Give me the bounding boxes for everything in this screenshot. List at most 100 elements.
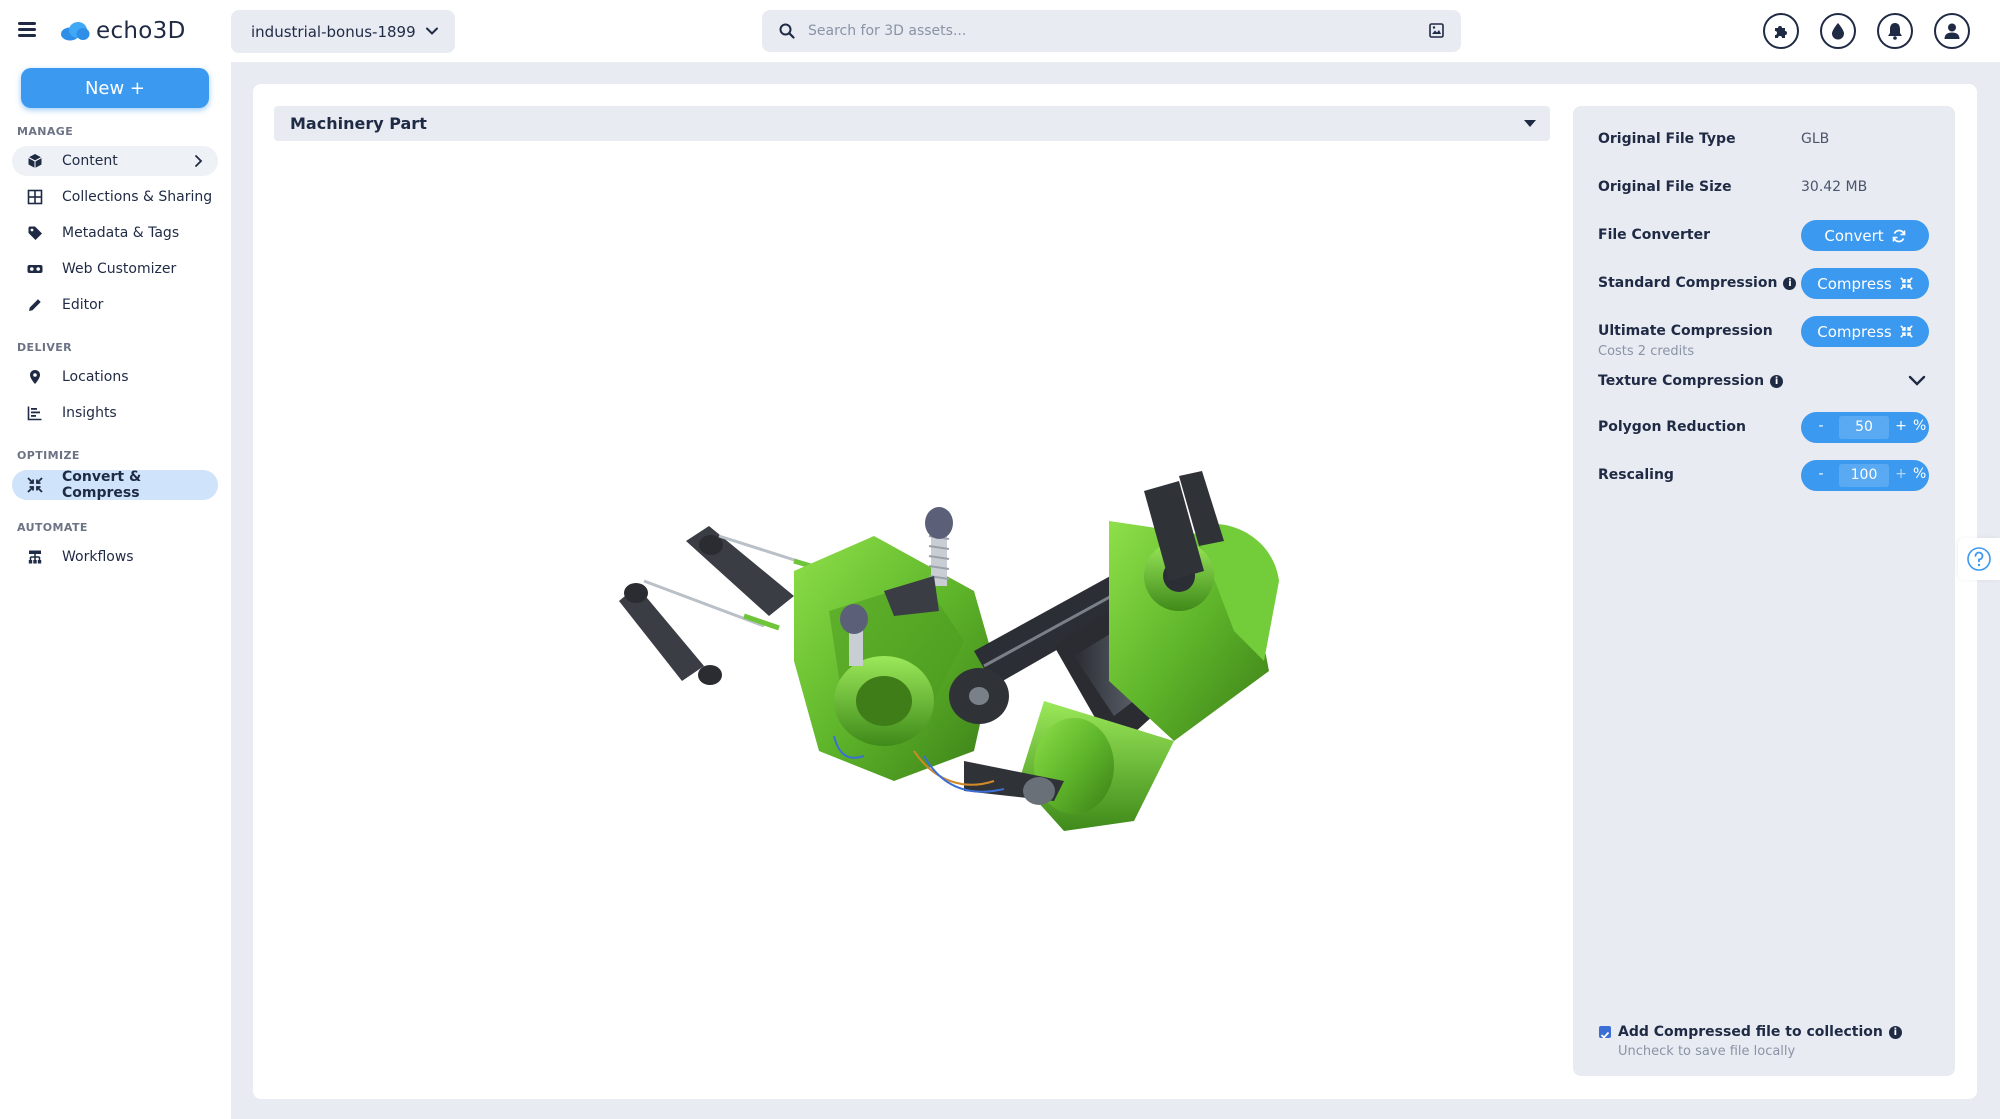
project-select[interactable]: industrial-bonus-1899 bbox=[231, 10, 455, 53]
compress-icon bbox=[27, 477, 43, 493]
sidebar-item-label: Web Customizer bbox=[62, 261, 177, 277]
ultimate-compression-label: Ultimate Compression bbox=[1598, 323, 1773, 339]
puzzle-icon[interactable] bbox=[1763, 13, 1799, 49]
chevron-down-icon[interactable] bbox=[1908, 374, 1926, 388]
file-converter-row: File Converter bbox=[1598, 220, 1710, 250]
project-name: industrial-bonus-1899 bbox=[251, 22, 416, 41]
workflow-icon bbox=[28, 550, 42, 564]
section-label-deliver: DELIVER bbox=[17, 341, 73, 354]
help-button[interactable] bbox=[1958, 538, 2000, 580]
polygon-reduction-label: Polygon Reduction bbox=[1598, 419, 1746, 435]
image-search-icon[interactable] bbox=[1429, 23, 1444, 38]
sidebar-item-web-customizer[interactable]: Web Customizer bbox=[12, 254, 218, 284]
sidebar-item-collections[interactable]: Collections & Sharing bbox=[12, 182, 218, 212]
increment-button[interactable]: + bbox=[1893, 466, 1909, 482]
add-to-collection-row: Add Compressed file to collection i bbox=[1618, 1018, 1902, 1046]
question-icon bbox=[1967, 547, 1991, 571]
add-to-collection-label: Add Compressed file to collection bbox=[1618, 1024, 1883, 1040]
standard-compression-row: Standard Compression i bbox=[1598, 268, 1797, 298]
section-label-automate: AUTOMATE bbox=[17, 521, 88, 534]
texture-compression-label: Texture Compression bbox=[1598, 373, 1765, 389]
compress-button-label: Compress bbox=[1817, 322, 1892, 341]
compress-button-label: Compress bbox=[1817, 274, 1892, 293]
sidebar-item-convert-compress[interactable]: Convert & Compress bbox=[12, 469, 218, 501]
sidebar-item-locations[interactable]: Locations bbox=[12, 362, 218, 392]
sidebar-item-workflows[interactable]: Workflows bbox=[12, 542, 218, 572]
decrement-button[interactable]: - bbox=[1813, 466, 1829, 482]
add-to-collection-checkbox[interactable] bbox=[1599, 1026, 1611, 1039]
standard-compression-label: Standard Compression bbox=[1598, 275, 1778, 291]
sidebar-item-label: Content bbox=[62, 153, 118, 169]
tag-icon bbox=[28, 226, 42, 240]
asset-title-dropdown[interactable]: Machinery Part bbox=[274, 106, 1550, 141]
ultimate-compression-note: Costs 2 credits bbox=[1598, 344, 1695, 359]
file-converter-label: File Converter bbox=[1598, 227, 1711, 243]
top-bar: echo3D industrial-bonus-1899 bbox=[0, 0, 2000, 62]
compress-icon bbox=[1899, 277, 1913, 290]
logo[interactable]: echo3D bbox=[60, 14, 186, 48]
add-to-collection-note: Uncheck to save file locally bbox=[1618, 1044, 1796, 1059]
search-icon bbox=[779, 23, 795, 39]
model-viewer[interactable] bbox=[274, 141, 1550, 1091]
info-icon[interactable]: i bbox=[1770, 374, 1784, 388]
polygon-reduction-stepper: - 50 + % bbox=[1801, 412, 1929, 443]
cube-icon bbox=[28, 154, 42, 168]
percent-unit: % bbox=[1913, 418, 1927, 434]
vr-icon bbox=[27, 265, 43, 273]
rescaling-label: Rescaling bbox=[1598, 467, 1674, 483]
file-size-label: Original File Size bbox=[1598, 179, 1732, 195]
polygon-reduction-row: Polygon Reduction bbox=[1598, 412, 1746, 442]
rescaling-row: Rescaling bbox=[1598, 460, 1674, 490]
menu-icon[interactable] bbox=[18, 20, 40, 38]
ultimate-compress-button[interactable]: Compress bbox=[1801, 316, 1929, 347]
pin-icon bbox=[30, 370, 40, 384]
sidebar-item-label: Locations bbox=[62, 369, 129, 385]
compress-icon bbox=[1899, 325, 1913, 338]
standard-compress-button[interactable]: Compress bbox=[1801, 268, 1929, 299]
sidebar-item-label: Workflows bbox=[62, 549, 134, 565]
sidebar-item-label: Insights bbox=[62, 405, 117, 421]
sidebar-item-insights[interactable]: Insights bbox=[12, 398, 218, 428]
chevron-right-icon bbox=[195, 155, 203, 167]
sidebar-item-content[interactable]: Content bbox=[12, 146, 218, 176]
texture-compression-row[interactable]: Texture Compression i bbox=[1598, 366, 1784, 396]
sidebar-item-label: Collections & Sharing bbox=[62, 189, 213, 205]
sidebar-item-label: Convert & Compress bbox=[62, 469, 142, 501]
conversion-panel: Original File Type GLB Original File Siz… bbox=[1573, 106, 1955, 1076]
file-type-label: Original File Type bbox=[1598, 131, 1736, 147]
file-type-value: GLB bbox=[1801, 131, 1830, 147]
search-input[interactable] bbox=[806, 22, 1406, 40]
cloud-logo-icon bbox=[61, 22, 90, 41]
sidebar-item-editor[interactable]: Editor bbox=[12, 290, 218, 320]
caret-down-icon bbox=[1524, 120, 1536, 127]
user-icon[interactable] bbox=[1934, 13, 1970, 49]
convert-button-label: Convert bbox=[1824, 226, 1884, 245]
rescaling-value[interactable]: 100 bbox=[1839, 464, 1889, 487]
pencil-icon bbox=[29, 299, 41, 311]
machinery-model-image bbox=[619, 471, 1279, 831]
polygon-reduction-value[interactable]: 50 bbox=[1839, 416, 1889, 439]
sidebar-item-metadata[interactable]: Metadata & Tags bbox=[12, 218, 218, 248]
grid-icon bbox=[27, 189, 43, 205]
bell-icon[interactable] bbox=[1877, 13, 1913, 49]
percent-unit: % bbox=[1913, 466, 1927, 482]
chevron-down-icon bbox=[426, 27, 438, 35]
sidebar-item-label: Metadata & Tags bbox=[62, 225, 180, 241]
rescaling-stepper: - 100 + % bbox=[1801, 460, 1929, 491]
convert-button[interactable]: Convert bbox=[1801, 220, 1929, 251]
ultimate-compression-row: Ultimate Compression bbox=[1598, 316, 1773, 346]
section-label-manage: MANAGE bbox=[17, 125, 74, 138]
decrement-button[interactable]: - bbox=[1813, 418, 1829, 434]
new-button[interactable]: New + bbox=[21, 68, 209, 108]
chart-icon bbox=[27, 406, 42, 421]
brand-name: echo3D bbox=[96, 18, 186, 44]
increment-button[interactable]: + bbox=[1893, 418, 1909, 434]
drop-icon[interactable] bbox=[1820, 13, 1856, 49]
asset-title: Machinery Part bbox=[290, 114, 427, 133]
file-size-value: 30.42 MB bbox=[1801, 179, 1868, 195]
refresh-icon bbox=[1892, 229, 1905, 242]
info-icon[interactable]: i bbox=[1783, 276, 1797, 290]
file-size-row: Original File Size bbox=[1598, 172, 1732, 202]
info-icon[interactable]: i bbox=[1888, 1025, 1902, 1039]
search-bar[interactable] bbox=[762, 10, 1461, 52]
